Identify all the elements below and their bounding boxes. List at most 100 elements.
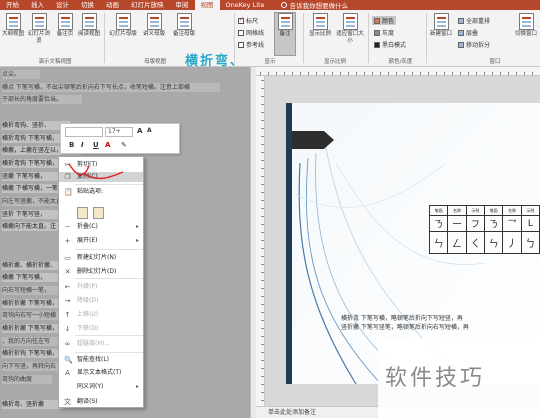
tell-me-box[interactable]: 告诉我你想要做什么 (280, 0, 348, 10)
outline-line[interactable]: 弯钩的曲度 (2, 374, 52, 384)
context-menu-item[interactable]: → 降级(D) (59, 296, 143, 306)
shrink-font-icon[interactable]: A (147, 127, 152, 134)
tab-5[interactable]: 幻灯片放映 (125, 0, 170, 10)
ruler-tick (396, 72, 397, 75)
move-split-button[interactable]: 移动拆分 (458, 40, 490, 49)
tab-3[interactable]: 切换 (75, 0, 100, 10)
context-menu-item[interactable]: 📋 粘贴选项: (59, 187, 143, 197)
grayscale-swatch-icon (374, 29, 380, 36)
group-label-master-views: 母版视图 (143, 59, 166, 65)
underline-button[interactable]: U (93, 141, 99, 149)
arrange-all-button[interactable]: 全部重排 (458, 16, 490, 25)
ruler-tick (444, 72, 445, 75)
tab-7[interactable]: 视图 (194, 0, 220, 10)
context-menu-item[interactable]: 文翻译(S) (59, 397, 143, 407)
paste-options (77, 207, 104, 219)
color-option[interactable]: 颜色 (372, 16, 397, 25)
menu-item-icon: ↓ (64, 325, 71, 333)
context-menu-item[interactable]: 🔍 智能查找(L) (59, 355, 143, 365)
fit-window-button[interactable]: 适应窗口大小 (336, 13, 364, 45)
ribbon-tab-bar: 开始 插入 设计 切换 动画 幻灯片放映 审阅 视图 OneKey Lite 告诉我你想要做什么 (0, 0, 540, 10)
ruler-tick (516, 72, 517, 75)
format-painter-icon[interactable]: ✎ (121, 141, 127, 149)
group-divider (368, 13, 369, 63)
context-menu-item[interactable]: ← 升级(P) (59, 282, 143, 292)
gridlines-checkbox[interactable]: 网格线 (238, 28, 264, 37)
tab-8[interactable]: OneKey Lite (220, 0, 271, 10)
outline-view-button[interactable]: 大纲视图 (2, 13, 24, 38)
tab-2[interactable]: 设计 (50, 0, 75, 10)
slide-master-button[interactable]: 幻灯片母版 (108, 13, 138, 38)
paste-keep-formatting-icon[interactable] (77, 207, 88, 219)
tab-4[interactable]: 动画 (100, 0, 125, 10)
context-menu: ✂ 剪切(T) ❐ 复制(C) 📋 粘贴选项: − 折叠(C) ▸ + 展开(E) ▸ ▭ 新建幻灯片(N… (58, 156, 144, 408)
new-window-button[interactable]: 新建窗口 (430, 13, 452, 38)
ruler-tick (261, 120, 264, 121)
menu-item-label: 下移(D) (77, 325, 99, 332)
slide-sorter-button[interactable]: 幻灯片浏览 (26, 13, 52, 45)
fit-window-icon (342, 13, 358, 30)
table-cell: フ (465, 215, 485, 232)
outline-view-icon (5, 13, 21, 30)
context-menu-item[interactable]: ↑ 上移(U) (59, 310, 143, 320)
context-menu-item[interactable]: ✕ 删除幻灯片(D) (59, 267, 143, 277)
color-swatch-icon (374, 17, 380, 24)
bold-button[interactable]: B (69, 141, 74, 149)
fit-window-label: 适应窗口大小 (336, 31, 364, 44)
context-menu-item[interactable]: A 显示文本格式(T) (59, 368, 143, 378)
slide-master-label: 幻灯片母版 (109, 31, 137, 37)
group-divider (426, 13, 427, 63)
table-cell: 名称 (447, 205, 467, 216)
notes-master-button[interactable]: 备注母版 (170, 13, 198, 38)
outline-line[interactable]: 横点 下笔写横，不出尖顿笔后折向右下写长点，收笔短横。注意上部横 (2, 82, 220, 92)
paste-text-only-icon[interactable] (93, 207, 104, 219)
notes-page-button[interactable]: 备注页 (55, 13, 75, 38)
font-name-box[interactable] (65, 127, 103, 137)
switch-window-button[interactable]: 切换窗口 (512, 13, 540, 38)
context-menu-item[interactable]: ▭ 新建幻灯片(N) (59, 253, 143, 263)
ruler-tick (261, 144, 264, 145)
new-window-icon (433, 13, 449, 30)
black-white-option[interactable]: 黑白模式 (374, 40, 406, 49)
ruler-checkbox-label: 标尺 (246, 18, 259, 25)
cascade-label: 层叠 (466, 30, 479, 37)
grayscale-option[interactable]: 灰度 (374, 28, 394, 37)
move-split-label: 移动拆分 (466, 42, 491, 49)
ruler-tick (452, 72, 453, 75)
guides-checkbox-label: 参考线 (246, 42, 265, 49)
context-menu-item[interactable]: 同义词(Y) ▸ (59, 382, 143, 392)
guides-checkbox[interactable]: 参考线 (238, 40, 264, 49)
context-menu-item[interactable]: ↓ 下移(D) (59, 324, 143, 334)
context-menu-item[interactable]: ∞ 超链接(H)... (59, 339, 143, 349)
context-menu-item[interactable]: − 折叠(C) ▸ (59, 222, 143, 232)
ruler-tick (484, 72, 485, 75)
menu-item-icon: ∞ (64, 340, 71, 348)
ruler-tick (261, 240, 264, 241)
table-cell: ㄥ (447, 231, 467, 254)
handout-master-button[interactable]: 讲义母版 (140, 13, 168, 38)
notes-page-icon (57, 13, 73, 30)
outline-line[interactable]: 点尖。 (2, 70, 40, 79)
outline-line[interactable]: 于部长的角度要恰当。 (2, 95, 82, 105)
font-size-box[interactable]: 17+ (105, 127, 133, 137)
tab-0[interactable]: 开始 (0, 0, 25, 10)
ruler-checkbox[interactable]: 标尺 (238, 16, 258, 25)
reading-view-button[interactable]: 阅读视图 (77, 13, 101, 38)
context-menu-item[interactable]: + 展开(E) ▸ (59, 236, 143, 246)
ruler-tick (261, 192, 264, 193)
notes-button[interactable]: 备注 (274, 12, 296, 56)
tab-6[interactable]: 审阅 (170, 0, 195, 10)
table-cell: 一 (447, 215, 467, 232)
cascade-icon (458, 29, 464, 36)
tab-1[interactable]: 插入 (25, 0, 50, 10)
zoom-button[interactable]: 显示比例 (306, 13, 334, 38)
grow-font-icon[interactable]: A (137, 127, 142, 135)
cascade-button[interactable]: 层叠 (458, 28, 478, 37)
outline-line[interactable]: 横折弯、竖折撇 (2, 400, 64, 410)
font-color-button[interactable]: A (105, 141, 110, 149)
menu-item-label: 升级(P) (77, 283, 98, 290)
horizontal-ruler (256, 67, 540, 76)
menu-item-label: 折叠(C) (77, 223, 98, 230)
gridlines-checkbox-label: 网格线 (246, 30, 265, 37)
italic-button[interactable]: I (81, 141, 84, 149)
